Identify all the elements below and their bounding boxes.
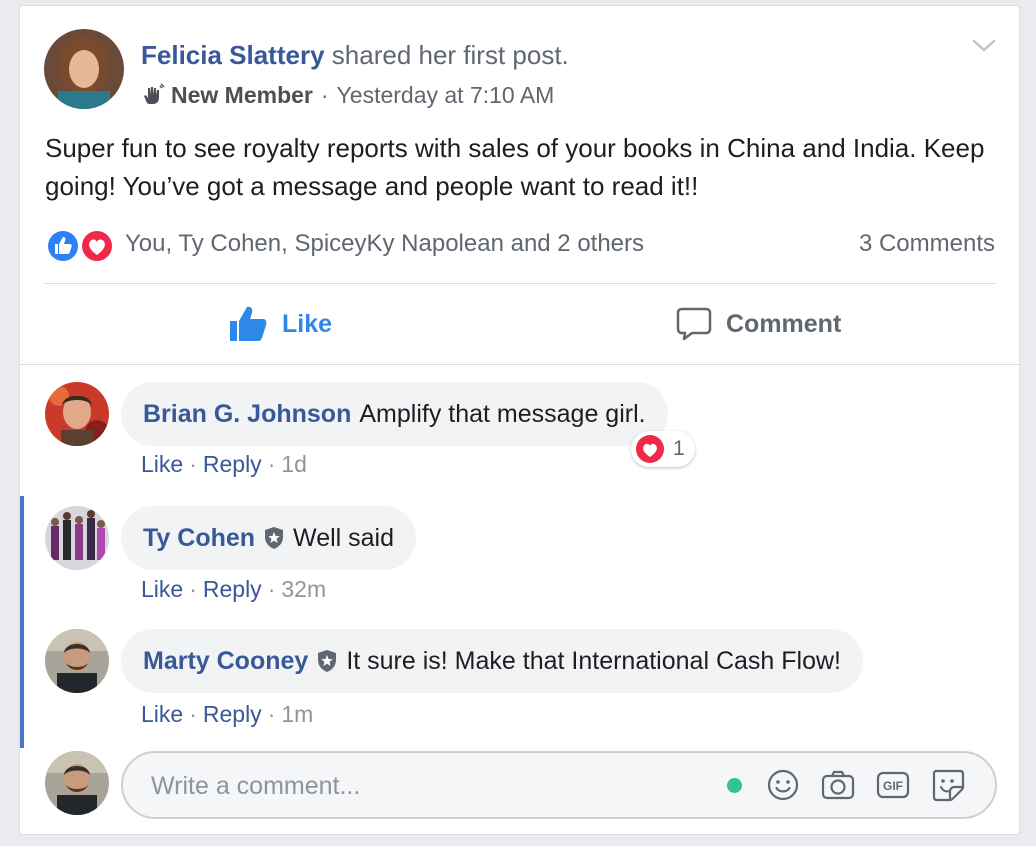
commenter-name-link[interactable]: Marty Cooney (143, 647, 308, 676)
shield-icon (316, 649, 338, 673)
emoji-icon[interactable] (765, 767, 801, 803)
member-badge[interactable]: New Member (171, 80, 313, 110)
wave-hand-icon (141, 83, 165, 107)
comment-reply-link[interactable]: Reply (203, 701, 262, 727)
commenter-avatar[interactable] (45, 629, 109, 693)
current-user-avatar[interactable] (45, 751, 109, 815)
comment-reply-link[interactable]: Reply (203, 576, 262, 602)
post-card: Felicia Slattery shared her first post. … (19, 5, 1020, 835)
svg-text:GIF: GIF (883, 779, 903, 793)
meta-separator: · (320, 82, 329, 108)
comments-count-link[interactable]: 3 Comments (859, 230, 995, 258)
comment-bubble: Brian G. Johnson Amplify that message gi… (121, 382, 668, 446)
comment-bubble: Ty Cohen Well said (121, 506, 417, 570)
comment-actions: Like · Reply · 1m (141, 701, 313, 728)
chevron-down-icon[interactable] (971, 36, 997, 56)
online-status-indicator (727, 778, 742, 793)
post-header: Felicia Slattery shared her first post. (141, 39, 569, 71)
like-button[interactable]: Like (228, 284, 332, 364)
comment-actions: Like · Reply · 1d (141, 451, 307, 478)
dot-separator: · (189, 576, 197, 602)
speech-bubble-icon (676, 307, 726, 341)
comment-input[interactable] (149, 753, 693, 819)
author-name-link[interactable]: Felicia Slattery (141, 40, 325, 70)
dot-separator: · (189, 701, 197, 727)
comment-text: It sure is! Make that International Cash… (346, 646, 841, 675)
comment-time[interactable]: 32m (281, 576, 326, 602)
post-timestamp[interactable]: Yesterday at 7:10 AM (337, 80, 555, 110)
comment-like-link[interactable]: Like (141, 576, 183, 602)
reactors-link[interactable]: You, Ty Cohen, SpiceyKy Napolean and 2 o… (125, 230, 644, 258)
comment-like-link[interactable]: Like (141, 451, 183, 477)
divider (20, 364, 1019, 365)
camera-icon[interactable] (820, 767, 856, 803)
post-action-text: shared her first post. (331, 40, 569, 70)
comment-text: Well said (293, 523, 395, 552)
love-reaction-icon (636, 435, 664, 463)
comment-time[interactable]: 1m (281, 701, 313, 727)
comment-composer: GIF (121, 751, 997, 819)
comment-button[interactable]: Comment (676, 284, 841, 364)
commenter-name-link[interactable]: Brian G. Johnson (143, 400, 351, 429)
dot-separator: · (189, 451, 197, 477)
comment-time[interactable]: 1d (281, 451, 307, 477)
commenter-avatar[interactable] (45, 382, 109, 446)
love-reaction-icon (80, 229, 114, 263)
reactions-row: You, Ty Cohen, SpiceyKy Napolean and 2 o… (45, 228, 995, 264)
thumbs-up-icon (228, 305, 282, 343)
like-button-label: Like (282, 309, 333, 338)
shield-icon (263, 526, 285, 550)
comment-reply-link[interactable]: Reply (203, 451, 262, 477)
commenter-avatar[interactable] (45, 506, 109, 570)
post-actions-bar: Like Comment (20, 284, 1019, 364)
comment-actions: Like · Reply · 32m (141, 576, 326, 603)
comment-reaction-badge[interactable]: 1 (631, 431, 695, 467)
reaction-count: 1 (673, 437, 685, 460)
commenter-name-link[interactable]: Ty Cohen (143, 524, 255, 553)
comment-like-link[interactable]: Like (141, 701, 183, 727)
reply-thread-bar (20, 496, 24, 748)
dot-separator: · (267, 451, 276, 477)
comment-bubble: Marty Cooney It sure is! Make that Inter… (121, 629, 863, 693)
author-avatar[interactable] (44, 29, 124, 109)
reaction-icons[interactable] (45, 228, 119, 264)
dot-separator: · (267, 576, 276, 602)
post-body-text: Super fun to see royalty reports with sa… (45, 133, 985, 201)
dot-separator: · (267, 701, 276, 727)
gif-icon[interactable]: GIF (875, 767, 911, 803)
comment-button-label: Comment (726, 309, 842, 338)
post-meta: New Member · Yesterday at 7:10 AM (141, 80, 554, 110)
like-reaction-icon (46, 229, 80, 263)
sticker-icon[interactable] (930, 767, 966, 803)
comment-text: Amplify that message girl. (359, 399, 646, 428)
